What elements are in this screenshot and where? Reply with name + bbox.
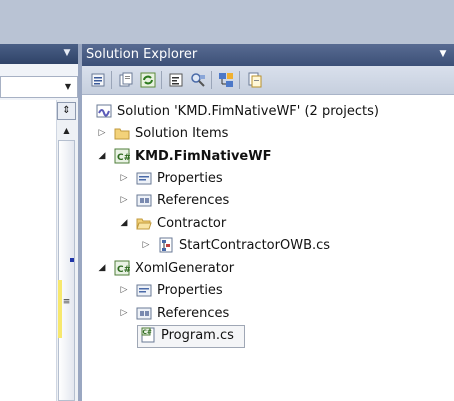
tree-item-project-kmd-fimnativewf[interactable]: ◢ C# KMD.FimNativeWF [96, 145, 271, 167]
window-top-band [0, 0, 454, 44]
tree-item-label: KMD.FimNativeWF [135, 148, 272, 164]
tree-item-startcontractorowb[interactable]: ▷ StartContractorOWB.cs [140, 234, 330, 256]
tree-item-label: StartContractorOWB.cs [179, 237, 331, 253]
tree-item-program-cs[interactable]: C# Program.cs [140, 324, 234, 346]
tree-item-contractor[interactable]: ◢ Contractor [118, 212, 227, 234]
window-menu-arrow-icon[interactable]: ▼ [61, 47, 73, 59]
toolbar-separator [239, 71, 240, 89]
tree-item-label: Program.cs [161, 327, 234, 343]
properties-folder-icon [136, 282, 152, 298]
workflow-file-icon [158, 237, 174, 253]
references-icon [136, 305, 152, 321]
code-editor-area[interactable] [0, 100, 56, 401]
collapse-arrow-icon[interactable]: ◢ [96, 262, 108, 274]
toolbar-separator [161, 71, 162, 89]
scroll-marker [70, 258, 74, 262]
tree-item-label: References [157, 305, 230, 321]
window-position-arrow-icon[interactable]: ▼ [436, 48, 450, 60]
properties-icon[interactable] [89, 71, 107, 89]
toolbar-separator [111, 71, 112, 89]
tree-item-properties[interactable]: ▷ Properties [118, 279, 223, 301]
tree-item-label: XomlGenerator [135, 260, 235, 276]
show-all-files-icon[interactable] [117, 71, 135, 89]
tree-item-label: References [157, 192, 230, 208]
properties-folder-icon [136, 170, 152, 186]
tree-item-project-xomlgenerator[interactable]: ◢ C# XomlGenerator [96, 257, 234, 279]
tree-item-properties[interactable]: ▷ Properties [118, 167, 223, 189]
scrollbar-thumb[interactable] [58, 140, 75, 401]
split-view-button[interactable]: ⇕ [57, 102, 76, 120]
csharp-project-icon: C# [114, 148, 131, 164]
expand-arrow-icon[interactable]: ▷ [118, 172, 130, 184]
scroll-up-arrow-icon[interactable]: ▲ [57, 123, 76, 139]
tree-item-references[interactable]: ▷ References [118, 189, 230, 211]
solution-icon [96, 103, 112, 119]
open-folder-icon [136, 215, 152, 231]
refresh-icon[interactable] [139, 71, 157, 89]
tree-item-solution[interactable]: Solution 'KMD.FimNativeWF' (2 projects) [96, 100, 379, 122]
tree-item-references[interactable]: ▷ References [118, 302, 230, 324]
tree-item-label: Solution Items [135, 125, 229, 141]
toolbar-separator [211, 71, 212, 89]
tree-item-label: Contractor [157, 215, 227, 231]
tree-item-label: Properties [157, 170, 223, 186]
changed-lines-marker [58, 280, 62, 338]
tree-item-label: Solution 'KMD.FimNativeWF' (2 projects) [117, 103, 379, 119]
csharp-project-icon: C# [114, 260, 131, 276]
references-icon [136, 192, 152, 208]
chevron-down-icon[interactable]: ▼ [62, 81, 74, 93]
expand-arrow-icon[interactable]: ▷ [118, 194, 130, 206]
solution-explorer-title: Solution Explorer [86, 47, 198, 62]
class-diagram-icon[interactable] [217, 71, 235, 89]
expand-arrow-icon[interactable]: ▷ [118, 284, 130, 296]
svg-text:C#: C# [143, 329, 152, 336]
expand-arrow-icon[interactable]: ▷ [140, 239, 152, 251]
view-code-icon[interactable] [167, 71, 185, 89]
view-designer-icon[interactable] [189, 71, 207, 89]
nest-related-files-icon[interactable] [245, 71, 263, 89]
svg-text:C#: C# [117, 153, 130, 163]
folder-icon [114, 125, 130, 141]
collapse-arrow-icon[interactable]: ◢ [96, 150, 108, 162]
csharp-file-icon: C# [140, 327, 156, 343]
solution-explorer-toolbar [82, 66, 454, 95]
tree-item-solution-items[interactable]: ▷ Solution Items [96, 122, 229, 144]
svg-text:C#: C# [117, 265, 130, 275]
expand-arrow-icon[interactable]: ▷ [118, 307, 130, 319]
expand-arrow-icon[interactable]: ▷ [96, 127, 108, 139]
scroll-grip-icon: ≡ [62, 297, 71, 307]
collapse-arrow-icon[interactable]: ◢ [118, 217, 130, 229]
tree-item-label: Properties [157, 282, 223, 298]
